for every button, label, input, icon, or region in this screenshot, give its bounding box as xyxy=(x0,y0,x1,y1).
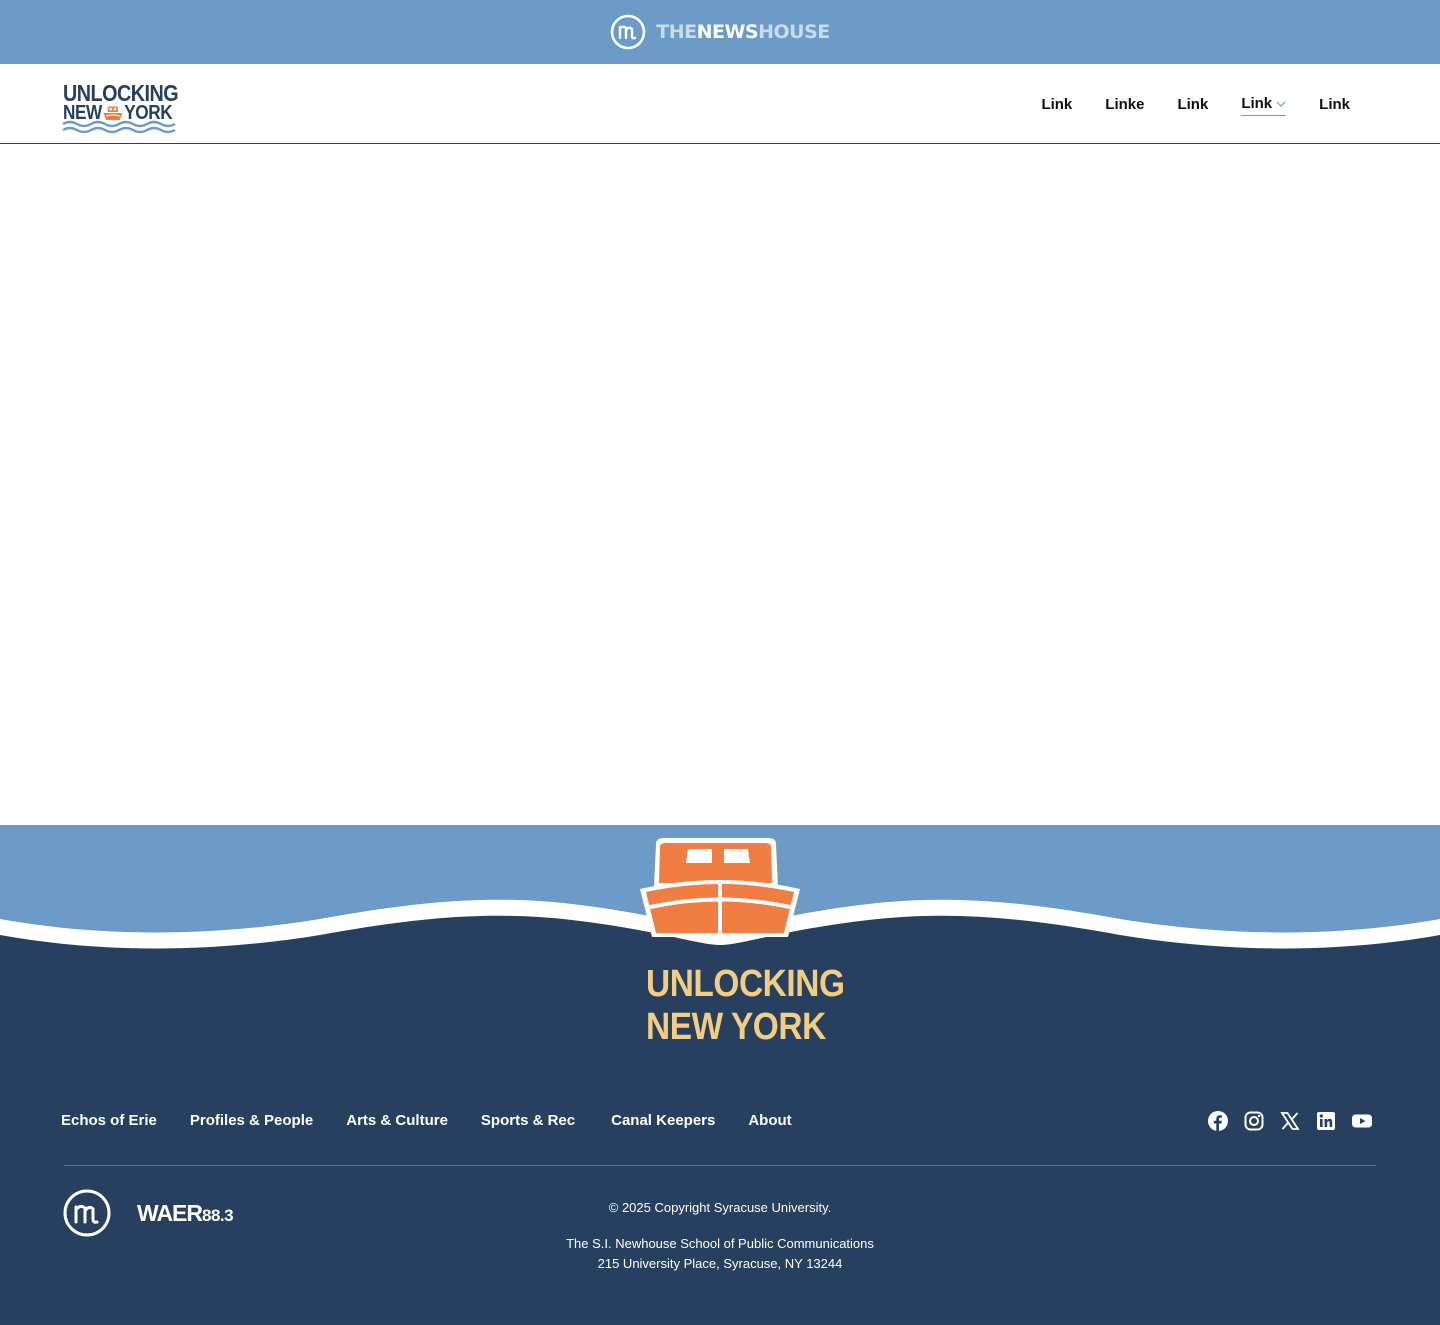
footer-link-arts-culture[interactable]: Arts & Culture xyxy=(346,1112,448,1129)
school-address: The S.I. Newhouse School of Public Commu… xyxy=(0,1234,1440,1274)
wordmark-house: HOUSE xyxy=(758,21,830,43)
footer-title-line2: NEW YORK xyxy=(646,1006,826,1048)
footer-title: UNLOCKING NEW YORK xyxy=(646,963,845,1049)
footer-link-canal-keepers[interactable]: Canal Keepers xyxy=(611,1112,715,1129)
facebook-icon[interactable] xyxy=(1208,1111,1228,1131)
boat-icon xyxy=(640,838,800,937)
school-street-address: 215 University Place, Syracuse, NY 13244 xyxy=(597,1256,843,1271)
social-links xyxy=(1208,1111,1372,1131)
nav-link-5[interactable]: Link xyxy=(1319,92,1350,116)
nav-link-1[interactable]: Link xyxy=(1041,92,1072,116)
instagram-icon[interactable] xyxy=(1244,1111,1264,1131)
footer-link-profiles-people[interactable]: Profiles & People xyxy=(190,1112,313,1129)
x-icon[interactable] xyxy=(1280,1111,1300,1131)
main-content xyxy=(0,144,1440,825)
newshouse-wordmark[interactable]: THE NEWS HOUSE xyxy=(656,21,830,43)
linkedin-icon[interactable] xyxy=(1316,1111,1336,1131)
footer-nav: Echos of Erie Profiles & People Arts & C… xyxy=(61,1112,825,1129)
nav-link-4-label: Link xyxy=(1241,95,1273,112)
main-nav: Link Linke Link Link Link xyxy=(1008,64,1350,144)
footer-link-echos-of-erie[interactable]: Echos of Erie xyxy=(61,1112,157,1129)
waves-icon xyxy=(62,120,176,134)
unlocking-new-york-logo[interactable]: UNLOCKING NEW YORK xyxy=(62,80,180,136)
site-header: UNLOCKING NEW YORK Link Linke Link Link xyxy=(0,64,1440,144)
nav-link-3[interactable]: Link xyxy=(1177,92,1208,116)
nav-link-4-dropdown[interactable]: Link xyxy=(1241,92,1287,116)
chevron-down-icon xyxy=(1276,101,1286,107)
nav-link-2[interactable]: Linke xyxy=(1105,92,1144,116)
wordmark-the: THE xyxy=(656,21,697,43)
boat-icon xyxy=(103,106,123,120)
youtube-icon[interactable] xyxy=(1352,1111,1372,1131)
footer-link-about[interactable]: About xyxy=(748,1112,791,1129)
footer-divider xyxy=(64,1165,1376,1166)
school-name: The S.I. Newhouse School of Public Commu… xyxy=(566,1236,874,1251)
footer-title-line1: UNLOCKING xyxy=(646,963,845,1005)
copyright-text: © 2025 Copyright Syracuse University. xyxy=(608,1200,832,1215)
newshouse-nh-circle-icon[interactable] xyxy=(610,14,646,50)
newshouse-topbar: THE NEWS HOUSE xyxy=(0,0,1440,64)
wordmark-news: NEWS xyxy=(696,21,759,43)
footer-link-sports-rec[interactable]: Sports & Rec xyxy=(481,1112,575,1129)
site-footer: UNLOCKING NEW YORK Echos of Erie Profile… xyxy=(0,825,1440,1325)
